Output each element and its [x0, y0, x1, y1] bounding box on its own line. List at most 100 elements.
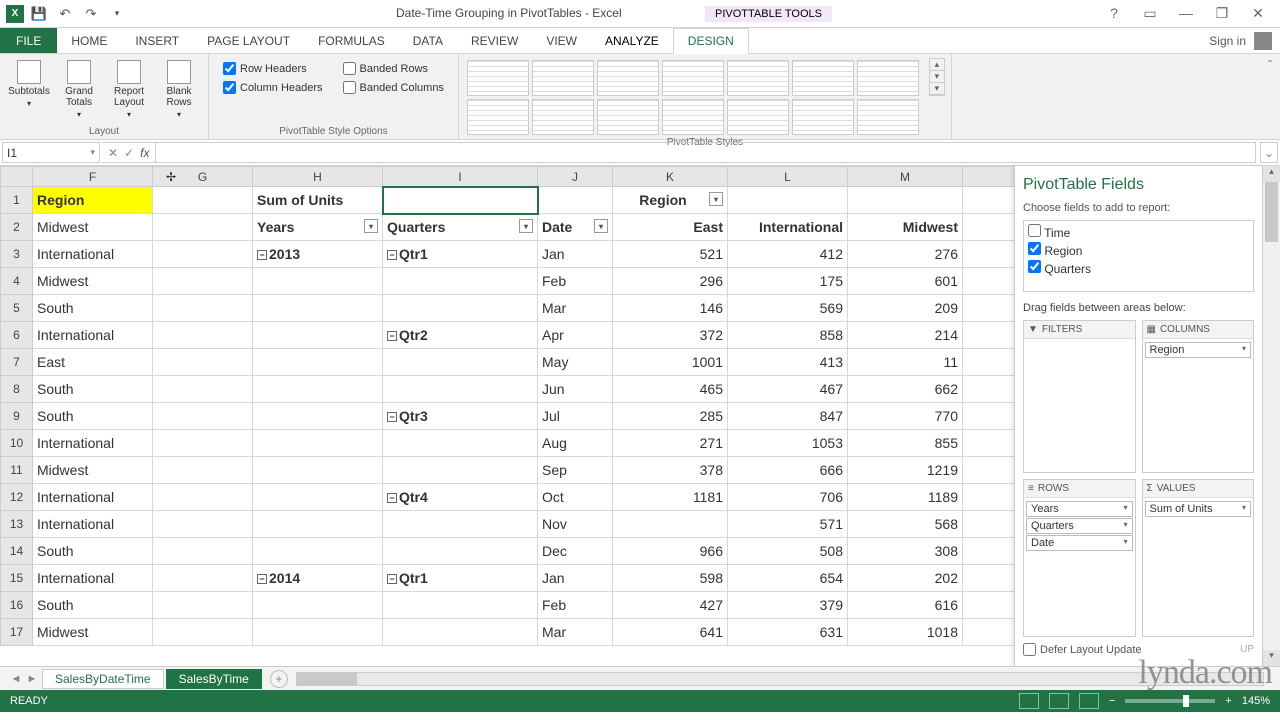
row-header-3[interactable]: 3 — [1, 241, 33, 268]
cell-J17[interactable]: Mar — [538, 619, 613, 646]
cell-H12[interactable] — [253, 484, 383, 511]
sheet-tab-salesbytime[interactable]: SalesByTime — [166, 669, 262, 689]
col-header-G[interactable]: G — [153, 167, 253, 187]
cell-J12[interactable]: Oct — [538, 484, 613, 511]
cell-F16[interactable]: South — [33, 592, 153, 619]
cell-L17[interactable]: 631 — [728, 619, 848, 646]
row-header-11[interactable]: 11 — [1, 457, 33, 484]
cell-M4[interactable]: 601 — [848, 268, 963, 295]
collapse-icon[interactable]: − — [387, 331, 397, 341]
cell-I8[interactable] — [383, 376, 538, 403]
vertical-scrollbar[interactable]: ▴ ▾ — [1262, 166, 1280, 666]
cell-M16[interactable]: 616 — [848, 592, 963, 619]
cell-I13[interactable] — [383, 511, 538, 538]
cell-M13[interactable]: 568 — [848, 511, 963, 538]
row-pill-years[interactable]: Years▾ — [1026, 501, 1133, 517]
cell-F8[interactable]: South — [33, 376, 153, 403]
cell-M11[interactable]: 1219 — [848, 457, 963, 484]
cell-L5[interactable]: 569 — [728, 295, 848, 322]
row-header-1[interactable]: 1 — [1, 187, 33, 214]
style-swatch[interactable] — [662, 60, 724, 96]
row-header-16[interactable]: 16 — [1, 592, 33, 619]
cell-K14[interactable]: 966 — [613, 538, 728, 565]
style-swatch[interactable] — [857, 60, 919, 96]
style-swatch[interactable] — [532, 60, 594, 96]
cell-F3[interactable]: International — [33, 241, 153, 268]
banded-columns-checkbox[interactable]: Banded Columns — [343, 81, 444, 94]
cell-L7[interactable]: 413 — [728, 349, 848, 376]
cell-H5[interactable] — [253, 295, 383, 322]
row-header-17[interactable]: 17 — [1, 619, 33, 646]
row-header-14[interactable]: 14 — [1, 538, 33, 565]
cell-J8[interactable]: Jun — [538, 376, 613, 403]
tab-file[interactable]: FILE — [0, 28, 57, 53]
cell-H2[interactable]: Years▾ — [253, 214, 383, 241]
insert-function-icon[interactable]: fx — [140, 146, 149, 160]
cell-K11[interactable]: 378 — [613, 457, 728, 484]
filter-dropdown-icon[interactable]: ▾ — [364, 219, 378, 233]
col-header-H[interactable]: H — [253, 167, 383, 187]
cell-H1[interactable]: Sum of Units — [253, 187, 383, 214]
cell-K7[interactable]: 1001 — [613, 349, 728, 376]
cell-H8[interactable] — [253, 376, 383, 403]
collapse-icon[interactable]: − — [387, 250, 397, 260]
collapse-icon[interactable]: − — [387, 412, 397, 422]
collapse-ribbon-icon[interactable]: ˆ — [1260, 54, 1280, 139]
cell-K12[interactable]: 1181 — [613, 484, 728, 511]
cell-M7[interactable]: 11 — [848, 349, 963, 376]
save-icon[interactable]: 💾 — [28, 3, 50, 25]
sign-in-link[interactable]: Sign in — [1209, 34, 1246, 48]
cell-J3[interactable]: Jan — [538, 241, 613, 268]
row-header-2[interactable]: 2 — [1, 214, 33, 241]
cell-F17[interactable]: Midwest — [33, 619, 153, 646]
report-layout-button[interactable]: Report Layout▾ — [106, 58, 152, 119]
help-icon[interactable]: ? — [1100, 5, 1128, 22]
grand-totals-button[interactable]: Grand Totals▾ — [56, 58, 102, 119]
close-icon[interactable]: ✕ — [1244, 5, 1272, 22]
cell-K1[interactable]: Region▾ — [613, 187, 728, 214]
cell-M8[interactable]: 662 — [848, 376, 963, 403]
sheet-nav-next-icon[interactable]: ► — [24, 673, 40, 685]
cell-K17[interactable]: 641 — [613, 619, 728, 646]
field-time[interactable]: Time — [1028, 223, 1249, 241]
style-swatch[interactable] — [597, 99, 659, 135]
tab-insert[interactable]: INSERT — [121, 28, 193, 53]
defer-layout-checkbox[interactable] — [1023, 643, 1036, 656]
cell-I12[interactable]: −Qtr4 — [383, 484, 538, 511]
cell-I7[interactable] — [383, 349, 538, 376]
row-header-6[interactable]: 6 — [1, 322, 33, 349]
cell-K9[interactable]: 285 — [613, 403, 728, 430]
field-region[interactable]: Region — [1028, 241, 1249, 259]
filter-dropdown-icon[interactable]: ▾ — [594, 219, 608, 233]
zoom-out-icon[interactable]: − — [1109, 695, 1115, 707]
cell-H15[interactable]: −2014 — [253, 565, 383, 592]
cell-L12[interactable]: 706 — [728, 484, 848, 511]
style-swatch[interactable] — [727, 60, 789, 96]
cell-F10[interactable]: International — [33, 430, 153, 457]
blank-rows-button[interactable]: Blank Rows▾ — [156, 58, 202, 119]
row-header-15[interactable]: 15 — [1, 565, 33, 592]
maximize-icon[interactable]: ❐ — [1208, 5, 1236, 22]
field-quarters[interactable]: Quarters — [1028, 259, 1249, 277]
zoom-in-icon[interactable]: + — [1225, 695, 1231, 707]
cell-L15[interactable]: 654 — [728, 565, 848, 592]
cell-J13[interactable]: Nov — [538, 511, 613, 538]
scroll-down-icon[interactable]: ▾ — [1263, 650, 1280, 666]
cell-J14[interactable]: Dec — [538, 538, 613, 565]
formula-input[interactable] — [156, 142, 1256, 163]
cell-F15[interactable]: International — [33, 565, 153, 592]
cell-H6[interactable] — [253, 322, 383, 349]
row-header-12[interactable]: 12 — [1, 484, 33, 511]
cell-L4[interactable]: 175 — [728, 268, 848, 295]
cell-F9[interactable]: South — [33, 403, 153, 430]
tab-page-layout[interactable]: PAGE LAYOUT — [193, 28, 304, 53]
cell-L8[interactable]: 467 — [728, 376, 848, 403]
style-swatch[interactable] — [792, 60, 854, 96]
cell-H10[interactable] — [253, 430, 383, 457]
cell-I2[interactable]: Quarters▾ — [383, 214, 538, 241]
style-swatch[interactable] — [467, 99, 529, 135]
cell-K4[interactable]: 296 — [613, 268, 728, 295]
enter-formula-icon[interactable]: ✓ — [124, 146, 134, 160]
field-list[interactable]: Time Region Quarters — [1023, 220, 1254, 292]
filters-area[interactable]: ▼FILTERS — [1023, 320, 1136, 473]
